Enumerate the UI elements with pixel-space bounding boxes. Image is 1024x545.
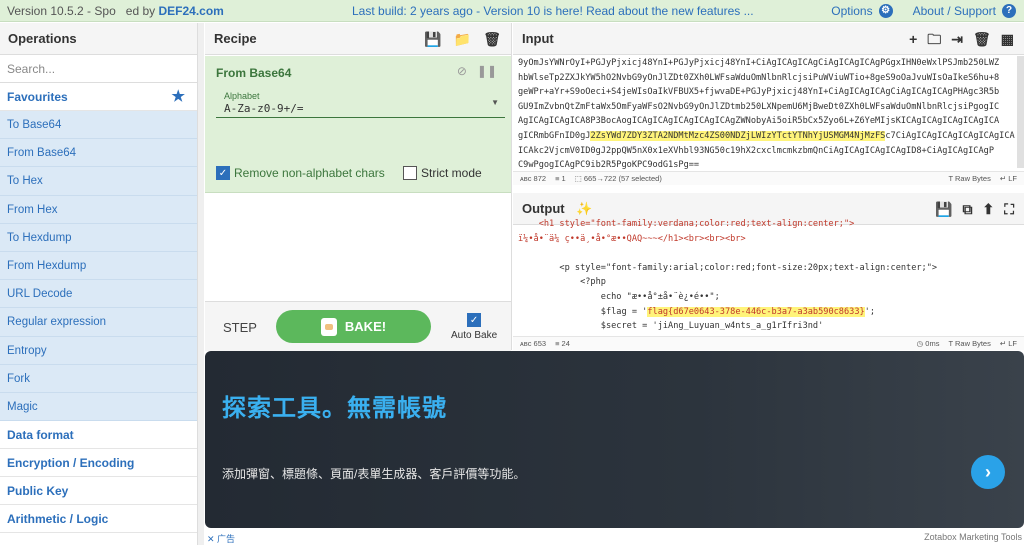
- operations-title: Operations: [0, 23, 197, 55]
- bake-area: STEP BAKE! ✓ Auto Bake: [205, 301, 511, 351]
- strict-mode-checkbox[interactable]: Strict mode: [403, 166, 482, 180]
- pause-icon[interactable]: ❚❚: [477, 64, 497, 78]
- ad-close-link[interactable]: ✕ 广告: [207, 532, 235, 545]
- ad-provider-label: Zotabox Marketing Tools: [924, 532, 1022, 542]
- operation-item[interactable]: From Base64: [0, 139, 197, 168]
- output-line: $flag = 'flag{d67e0643-378e-446c-b3a7-a3…: [518, 306, 876, 317]
- input-format[interactable]: T Raw Bytes: [948, 174, 990, 183]
- check-icon[interactable]: ✓: [467, 313, 482, 327]
- input-line: hbWlseTp2ZXJkYW5hO2NvbG9yOnJlZDt0ZXh0LWF…: [518, 72, 1000, 83]
- output-eol[interactable]: ↵ LF: [1000, 339, 1017, 348]
- release-notes-link[interactable]: Last build: 2 years ago - Version 10 is …: [352, 4, 754, 18]
- operation-item[interactable]: Entropy: [0, 336, 197, 365]
- operation-item[interactable]: Fork: [0, 364, 197, 393]
- operation-item[interactable]: Magic: [0, 392, 197, 422]
- input-header: Input + 🗀 ⇥ 🗑 ▦: [513, 23, 1024, 55]
- operation-item[interactable]: From Hex: [0, 195, 197, 224]
- output-line-count: ≡ 24: [555, 339, 570, 348]
- version-label: Version 10.5.2 - Spo ed by DEF24.com: [7, 3, 224, 18]
- disable-icon[interactable]: ⊘: [457, 64, 467, 78]
- ad-footer: ✕ 广告 Zotabox Marketing Tools: [205, 530, 1024, 545]
- output-line: <h1 style="font-family:verdana;color:red…: [518, 219, 855, 229]
- save-icon[interactable]: 💾: [424, 23, 441, 55]
- recipe-header: Recipe 💾 📁 🗑: [205, 23, 511, 55]
- import-icon[interactable]: ⇥: [951, 23, 963, 55]
- operations-scrollbar[interactable]: [198, 23, 204, 545]
- output-line: <p style="font-family:arial;color:red;fo…: [518, 262, 938, 273]
- operation-item[interactable]: URL Decode: [0, 280, 197, 309]
- output-status-bar: ᴀʙᴄ 653 ≡ 24 ◷ 0ms T Raw Bytes ↵ LF: [513, 336, 1024, 350]
- input-line: 9yOmJsYWNrOyI+PGJyPjxicj48YnI+PGJyPjxicj…: [518, 58, 1000, 68]
- output-line: $secret = 'jiAng_Luyuan_w4nts_a_g1rIfri3…: [518, 321, 824, 332]
- category-item[interactable]: Arithmetic / Logic: [0, 505, 197, 534]
- input-scrollbar[interactable]: [1017, 56, 1024, 168]
- input-status-bar: ᴀʙᴄ 872 ≡ 1 ⬚ 665→722 (57 selected) T Ra…: [513, 171, 1024, 185]
- help-icon[interactable]: ?: [1002, 3, 1016, 18]
- add-icon[interactable]: +: [909, 23, 917, 55]
- chef-icon: [320, 317, 337, 336]
- top-banner: Version 10.5.2 - Spo ed by DEF24.com Las…: [0, 0, 1024, 22]
- category-item[interactable]: Public Key: [0, 477, 197, 506]
- output-textarea[interactable]: <h1 style="font-family:verdana;color:red…: [518, 217, 1015, 338]
- folder-icon[interactable]: 📁: [454, 23, 471, 55]
- open-folder-icon[interactable]: 🗀: [927, 23, 941, 55]
- operations-search-input[interactable]: Search...: [0, 55, 197, 83]
- input-line: GU9ImZvbnQtZmFtaWx5OmFyaWFsO2NvbG9yOnJlZ…: [518, 101, 1000, 112]
- output-line: [518, 246, 1015, 261]
- remove-non-alphabet-checkbox[interactable]: ✓ Remove non-alphabet chars: [216, 166, 385, 180]
- check-icon[interactable]: ✓: [216, 166, 230, 180]
- operation-item[interactable]: Regular expression: [0, 308, 197, 337]
- operation-item[interactable]: To Hexdump: [0, 223, 197, 252]
- output-line: ï¼•å•¨ä¼ ç••ä¸•å•°æ••QAQ~~~</h1><br><br>…: [518, 233, 746, 244]
- auto-bake-checkbox[interactable]: ✓ Auto Bake: [451, 313, 497, 341]
- input-line: geWPr+aYr+S9oOeci+S4jeWIsOaIkVFBUX5+fjwv…: [518, 87, 1000, 98]
- operation-item[interactable]: To Base64: [0, 111, 197, 140]
- output-line: <?php: [518, 277, 606, 288]
- selected-text: 2ZsYWd7ZDY3ZTA2NDMtMzc4ZS00NDZjLWIzYTctY…: [590, 130, 886, 141]
- step-button[interactable]: STEP: [223, 320, 257, 335]
- ad-subtext: 添加彈窗、標題條、頁面/表單生成器、客戶評價等功能。: [222, 467, 526, 481]
- operation-name: From Base64: [216, 66, 292, 80]
- category-item[interactable]: Encryption / Encoding: [0, 449, 197, 478]
- star-icon[interactable]: ★: [172, 83, 185, 111]
- chevron-down-icon[interactable]: ▼: [491, 98, 499, 107]
- input-line: gICRmbGFnID0gJ2ZsYWd7ZDY3ZTA2NDMtMzc4ZS0…: [518, 130, 1015, 141]
- output-char-count: ᴀʙᴄ 653: [520, 339, 547, 348]
- output-format[interactable]: T Raw Bytes: [948, 339, 990, 348]
- operations-panel: Operations Search... Favourites ★ To Bas…: [0, 23, 198, 545]
- input-line: AgICAgICAgICA8P3BocAogICAgICAgICAgICAgIC…: [518, 116, 1000, 127]
- advertisement-banner[interactable]: 探索工具。無需帳號 添加彈窗、標題條、頁面/表單生成器、客戶評價等功能。 ›: [205, 351, 1024, 528]
- category-favourites[interactable]: Favourites ★: [0, 83, 197, 111]
- layout-icon[interactable]: ▦: [1001, 23, 1014, 55]
- input-line: ICAkc2VjcmV0ID0gJ2ppQW5nX0x1eXVhbl93NG50…: [518, 145, 994, 156]
- input-eol[interactable]: ↵ LF: [1000, 174, 1017, 183]
- io-panel: Input + 🗀 ⇥ 🗑 ▦ 9yOmJsYWNrOyI+PGJyPjxicj…: [513, 23, 1024, 350]
- magic-wand-icon[interactable]: ✨: [576, 201, 592, 216]
- gear-icon[interactable]: ⚙: [878, 3, 893, 18]
- recipe-panel: Recipe 💾 📁 🗑 From Base64 ⊘ ❚❚ Alphabet A…: [205, 23, 512, 351]
- bake-button[interactable]: BAKE!: [276, 310, 431, 343]
- operation-item[interactable]: From Hexdump: [0, 251, 197, 281]
- sponsor-link[interactable]: DEF24.com: [158, 4, 223, 18]
- char-count: ᴀʙᴄ 872: [520, 174, 547, 183]
- bake-time: ◷ 0ms: [916, 339, 940, 348]
- operation-item[interactable]: To Hex: [0, 167, 197, 196]
- ad-headline: 探索工具。無需帳號: [222, 395, 447, 422]
- trash-icon[interactable]: 🗑: [483, 23, 501, 55]
- trash-icon[interactable]: 🗑: [973, 23, 991, 55]
- recipe-operation-from-base64[interactable]: From Base64 ⊘ ❚❚ Alphabet A-Za-z0-9+/= ▼…: [205, 56, 511, 193]
- line-count: ≡ 1: [555, 174, 566, 183]
- alphabet-select[interactable]: Alphabet A-Za-z0-9+/= ▼: [216, 88, 505, 118]
- selection-info: ⬚ 665→722 (57 selected): [574, 174, 662, 183]
- options-link[interactable]: Options: [831, 4, 872, 18]
- chevron-right-icon[interactable]: ›: [971, 455, 1005, 489]
- about-support-link[interactable]: About / Support: [913, 4, 996, 18]
- output-line: echo "æ••å°±å•¨è¿•é••";: [518, 291, 720, 302]
- flag-highlight: flag{d67e0643-378e-446c-b3a7-a3ab590c863…: [647, 306, 865, 317]
- category-item[interactable]: Data format: [0, 421, 197, 450]
